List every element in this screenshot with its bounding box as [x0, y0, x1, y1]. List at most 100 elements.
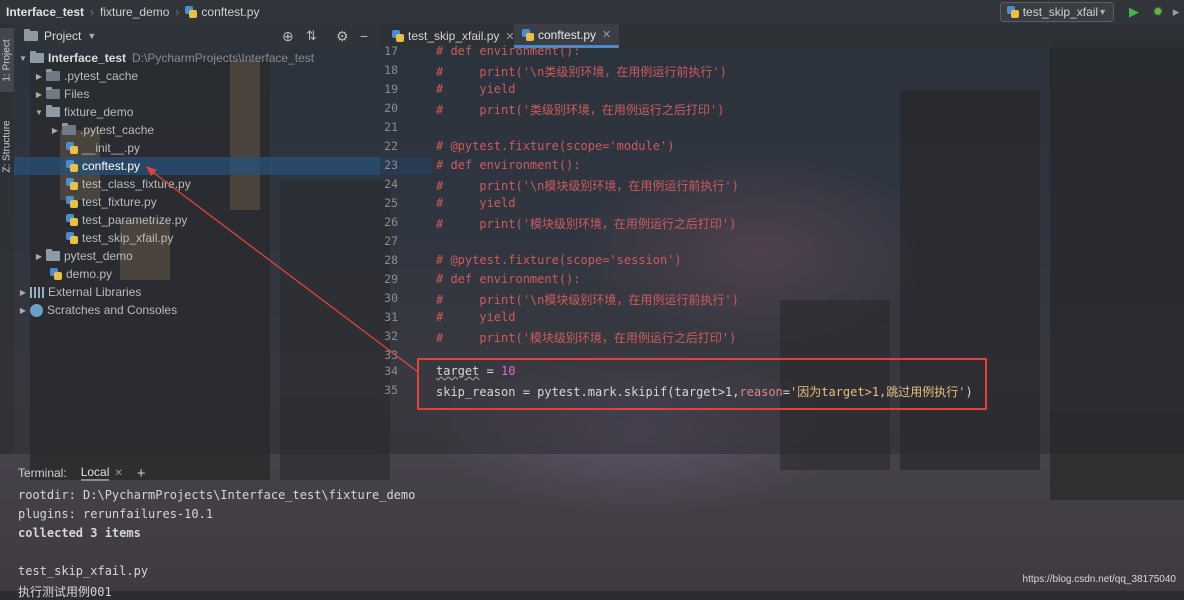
python-file-icon — [185, 6, 198, 18]
tree-item-label: Interface_test — [48, 51, 127, 65]
breadcrumb-project[interactable]: Interface_test — [6, 5, 84, 19]
line-number: 23 — [384, 158, 398, 172]
collapsed-arrow-icon[interactable]: ▶ — [32, 90, 46, 99]
code-line[interactable]: # print('模块级别环境，在用例运行之后打印') — [436, 329, 736, 346]
line-number: 22 — [384, 139, 398, 153]
tree-item[interactable]: ▶ .pytest_cache — [14, 121, 414, 139]
tree-item[interactable]: ▼ fixture_demo — [14, 103, 398, 121]
code-editor[interactable]: 34 target = 10 35 skip_reason = pytest.m… — [380, 44, 1184, 454]
tree-item[interactable]: test_fixture.py — [14, 193, 432, 211]
locate-icon[interactable]: ⊕ — [282, 28, 294, 45]
folder-icon — [62, 123, 76, 135]
coverage-icon[interactable]: ▸ — [1170, 4, 1182, 20]
line-number: 30 — [384, 291, 398, 305]
code-line[interactable]: # print('类级别环境，在用例运行之后打印') — [436, 101, 724, 118]
code-line[interactable]: # yield — [436, 82, 515, 96]
add-terminal-icon[interactable]: + — [137, 465, 146, 482]
chevron-down-icon[interactable]: ▼ — [87, 31, 96, 41]
expanded-arrow-icon[interactable]: ▼ — [16, 54, 30, 63]
line-number: 31 — [384, 310, 398, 324]
tree-item[interactable]: ▶ External Libraries — [14, 283, 382, 301]
tool-tab-structure[interactable]: Z: Structure — [0, 108, 14, 184]
tree-item-label: conftest.py — [82, 159, 141, 173]
line-number: 26 — [384, 215, 398, 229]
run-configuration-label: test_skip_xfail — [1022, 5, 1099, 19]
code-line[interactable]: # @pytest.fixture(scope='module') — [436, 139, 674, 153]
close-icon[interactable]: ✕ — [114, 468, 122, 479]
code-line[interactable]: # def environment(): — [436, 158, 581, 172]
tool-tab-project[interactable]: 1: Project — [0, 28, 14, 92]
tree-item-label: pytest_demo — [64, 249, 133, 263]
tree-item-label: test_skip_xfail.py — [82, 231, 174, 245]
terminal-tab-local[interactable]: Local — [80, 465, 110, 481]
run-icon[interactable]: ▶ — [1126, 4, 1142, 20]
code-line[interactable]: # yield — [436, 196, 515, 210]
code-line[interactable]: # def environment(): — [436, 44, 581, 58]
minimize-icon[interactable]: − — [360, 28, 368, 44]
project-view-icon — [24, 29, 38, 41]
tab-label: test_skip_xfail.py — [408, 29, 500, 43]
breadcrumb-separator: › — [175, 5, 180, 19]
gear-icon[interactable]: ⚙ — [336, 28, 349, 45]
tree-item[interactable]: __init__.py — [14, 139, 432, 157]
terminal-line: plugins: rerunfailures-10.1 — [18, 507, 214, 521]
code-line[interactable]: # @pytest.fixture(scope='session') — [436, 253, 682, 267]
terminal-line: test_skip_xfail.py — [18, 564, 149, 578]
code-line[interactable]: # print('模块级别环境，在用例运行之后打印') — [436, 215, 736, 232]
project-panel-header: Project ▼ ⊕ ⇅ ⚙ − — [14, 24, 380, 48]
line-number: 35 — [384, 383, 398, 397]
code-line[interactable]: # print('\n模块级别环境，在用例运行前执行') — [436, 177, 739, 194]
tree-item[interactable]: test_skip_xfail.py — [14, 229, 432, 247]
navigation-bar: Interface_test › fixture_demo › conftest… — [0, 0, 1184, 24]
expanded-arrow-icon[interactable]: ▼ — [32, 108, 46, 117]
python-file-icon — [66, 178, 78, 190]
tree-item-label: test_class_fixture.py — [82, 177, 191, 191]
tree-item[interactable]: ▶ Scratches and Consoles — [14, 301, 382, 319]
collapsed-arrow-icon[interactable]: ▶ — [48, 126, 62, 135]
python-file-icon — [522, 28, 534, 41]
code-line[interactable]: # print('\n模块级别环境，在用例运行前执行') — [436, 291, 739, 308]
code-line[interactable]: # def environment(): — [436, 272, 581, 286]
tree-item[interactable]: ▶ Files — [14, 85, 398, 103]
line-number: 32 — [384, 329, 398, 343]
line-number: 28 — [384, 253, 398, 267]
folder-icon — [46, 105, 60, 117]
collapsed-arrow-icon[interactable]: ▶ — [16, 288, 30, 297]
code-line[interactable]: # yield — [436, 310, 515, 324]
run-configuration-dropdown[interactable]: test_skip_xfail ▼ — [1000, 2, 1114, 22]
terminal-header: Terminal: Local ✕ + — [0, 462, 1184, 484]
code-line[interactable]: # print('\n类级别环境，在用例运行前执行') — [436, 63, 727, 80]
tree-item[interactable]: test_class_fixture.py — [14, 175, 432, 193]
breadcrumb-folder[interactable]: fixture_demo — [100, 5, 169, 19]
tree-item-root[interactable]: ▼ Interface_test D:\PycharmProjects\Inte… — [14, 49, 382, 67]
folder-icon — [46, 249, 60, 261]
library-icon — [30, 286, 44, 298]
collapsed-arrow-icon[interactable]: ▶ — [32, 72, 46, 81]
collapse-all-icon[interactable]: ⇅ — [306, 28, 317, 44]
line-number: 33 — [384, 348, 398, 362]
close-icon[interactable]: ✕ — [602, 28, 611, 41]
python-file-icon — [66, 160, 78, 172]
tab-label: conftest.py — [538, 27, 597, 42]
collapsed-arrow-icon[interactable]: ▶ — [32, 252, 46, 261]
line-number: 18 — [384, 63, 398, 77]
breadcrumb-file[interactable]: conftest.py — [201, 5, 259, 19]
tree-item-selected[interactable]: conftest.py — [14, 157, 432, 175]
line-number: 24 — [384, 177, 398, 191]
chevron-down-icon: ▼ — [1098, 7, 1107, 17]
line-number: 21 — [384, 120, 398, 134]
terminal-output[interactable]: rootdir: D:\PycharmProjects\Interface_te… — [0, 484, 1184, 599]
folder-icon — [46, 87, 60, 99]
tree-item[interactable]: ▶ pytest_demo — [14, 247, 398, 265]
tree-item[interactable]: test_parametrize.py — [14, 211, 432, 229]
tree-item[interactable]: ▶ .pytest_cache — [14, 67, 398, 85]
line-number: 25 — [384, 196, 398, 210]
tree-item-label: test_fixture.py — [82, 195, 157, 209]
project-panel-title[interactable]: Project — [44, 29, 81, 43]
tree-item-label: fixture_demo — [64, 105, 134, 119]
tree-item[interactable]: demo.py — [14, 265, 416, 283]
breadcrumb-separator: › — [90, 5, 95, 19]
debug-icon[interactable]: ✹ — [1150, 4, 1166, 20]
python-file-icon — [50, 268, 62, 280]
collapsed-arrow-icon[interactable]: ▶ — [16, 306, 30, 315]
